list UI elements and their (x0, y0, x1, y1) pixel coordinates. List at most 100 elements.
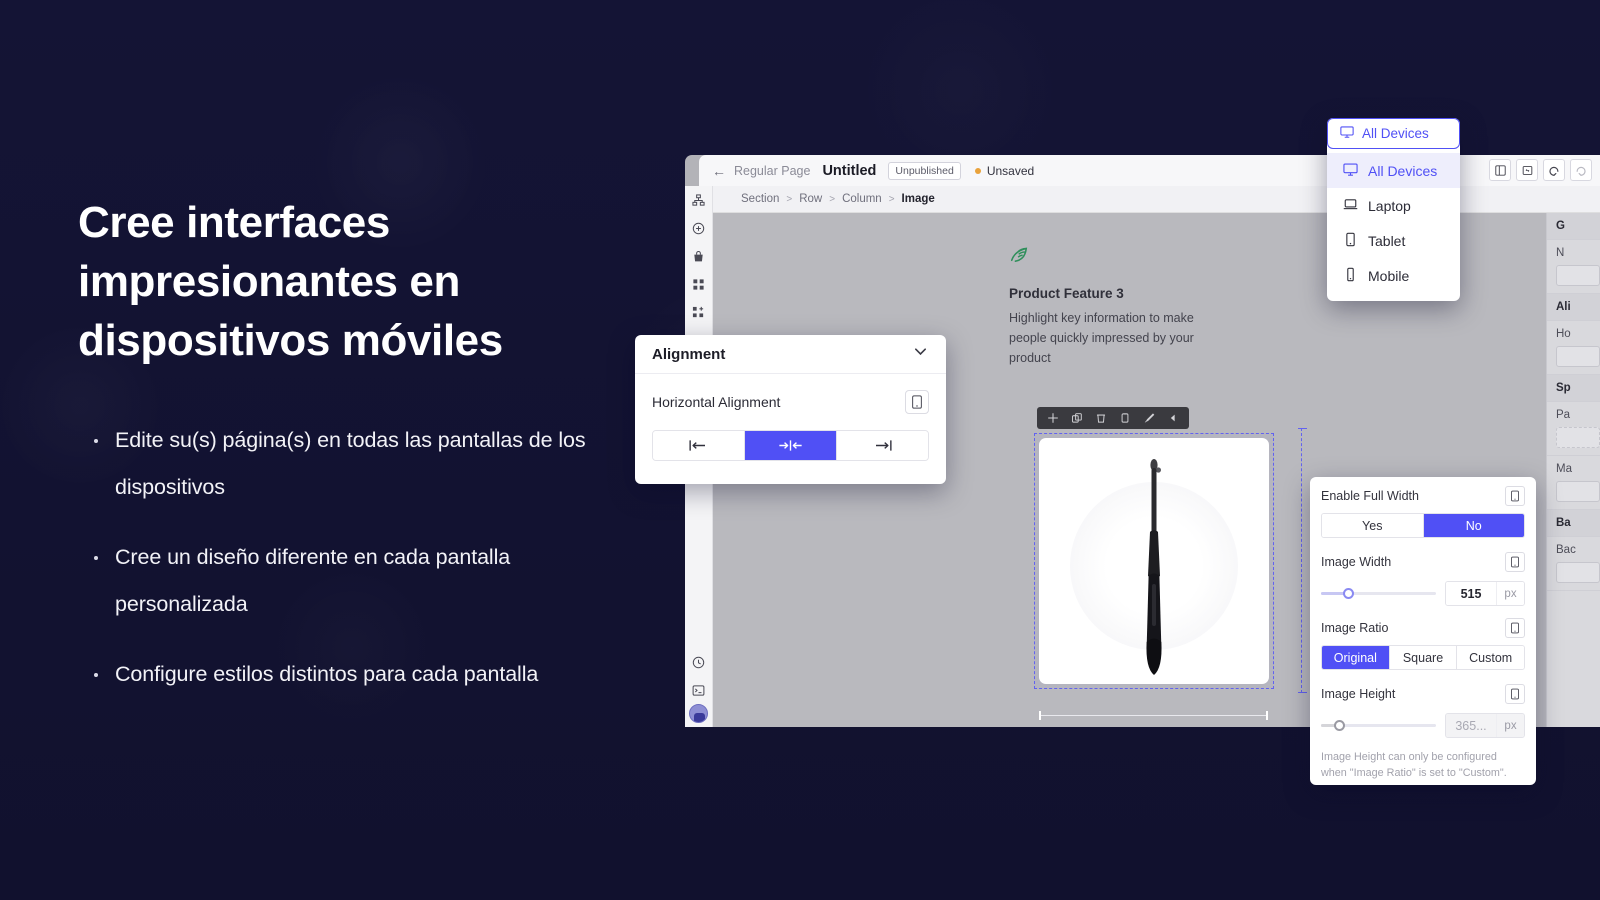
sidebar-input-ghost[interactable] (1556, 265, 1600, 286)
move-handle-icon[interactable] (1042, 407, 1064, 429)
image-ratio-custom-option[interactable]: Custom (1457, 646, 1524, 669)
device-option-all-devices[interactable]: All Devices (1327, 153, 1460, 188)
paint-brush-icon[interactable] (1138, 407, 1160, 429)
breadcrumb-separator: > (829, 193, 836, 205)
caret-left-icon[interactable] (1162, 407, 1184, 429)
breadcrumb-item-section[interactable]: Section (741, 193, 779, 205)
full-width-no-option[interactable]: No (1423, 514, 1524, 537)
enable-full-width-segmented: Yes No (1321, 513, 1525, 538)
sidebar-section-alignment[interactable]: Ali (1547, 294, 1600, 321)
image-height-numberbox: 365... px (1445, 713, 1525, 738)
save-state: Unsaved (974, 163, 1035, 178)
full-width-yes-option[interactable]: Yes (1322, 514, 1424, 537)
image-height-note: Image Height can only be configured when… (1321, 751, 1507, 779)
image-width-unit: px (1496, 582, 1524, 605)
breadcrumb-item-row[interactable]: Row (799, 193, 822, 205)
horizontal-alignment-row: Horizontal Alignment (652, 390, 929, 414)
sidebar-field-margin[interactable]: Ma (1547, 456, 1600, 510)
slider-knob[interactable] (1342, 588, 1354, 599)
vertical-measure-guide (1298, 428, 1307, 693)
monitor-icon (1340, 125, 1354, 142)
history-clock-icon[interactable] (685, 648, 713, 676)
add-block-icon[interactable] (685, 298, 713, 326)
sidebar-field-horizontal[interactable]: Ho (1547, 321, 1600, 375)
device-selector-trigger[interactable]: All Devices (1327, 118, 1460, 149)
image-width-numberbox[interactable]: 515 px (1445, 581, 1525, 606)
layout-grid-icon[interactable] (1489, 159, 1511, 181)
selected-image-frame[interactable] (1034, 433, 1274, 689)
responsive-icon[interactable] (1516, 159, 1538, 181)
align-center-option[interactable] (745, 431, 837, 460)
unsaved-dot-icon (974, 167, 981, 174)
image-ratio-label: Image Ratio (1321, 621, 1389, 635)
sidebar-field-padding[interactable]: Pa (1547, 402, 1600, 456)
image-width-label: Image Width (1321, 555, 1392, 569)
mobile-icon[interactable] (1505, 552, 1525, 572)
status-badge: Unpublished (888, 161, 961, 180)
document-title[interactable]: Untitled (822, 163, 876, 179)
sidebar-field-label: Ma (1556, 463, 1572, 475)
mobile-icon[interactable] (905, 390, 929, 414)
horizontal-alignment-segmented (652, 430, 929, 461)
breadcrumb-separator: > (786, 193, 793, 205)
alignment-panel-header[interactable]: Alignment (635, 335, 946, 374)
topbar-actions (1489, 159, 1592, 181)
device-option-laptop[interactable]: Laptop (1327, 188, 1460, 223)
device-option-label: Tablet (1368, 232, 1406, 249)
image-height-row: Image Height (1321, 684, 1525, 704)
page-kind-label: Regular Page (734, 163, 811, 178)
align-right-option[interactable] (837, 431, 928, 460)
sidebar-input-ghost[interactable] (1556, 481, 1600, 502)
horizontal-alignment-label: Horizontal Alignment (652, 394, 781, 410)
chevron-down-icon[interactable] (912, 343, 929, 365)
mobile-icon[interactable] (1505, 618, 1525, 638)
sidebar-section-spacing[interactable]: Sp (1547, 375, 1600, 402)
image-height-unit: px (1496, 714, 1524, 737)
image-width-slider[interactable] (1321, 588, 1436, 599)
mobile-icon[interactable] (1505, 684, 1525, 704)
slider-knob[interactable] (1333, 720, 1345, 731)
mobile-icon[interactable] (1505, 486, 1525, 506)
delete-icon[interactable] (1090, 407, 1112, 429)
image-height-slider[interactable] (1321, 720, 1436, 731)
image-ratio-square-option[interactable]: Square (1389, 646, 1458, 669)
device-option-tablet[interactable]: Tablet (1327, 223, 1460, 258)
image-width-value[interactable]: 515 (1446, 582, 1496, 605)
copy-icon[interactable] (1114, 407, 1136, 429)
blocks-icon[interactable] (685, 270, 713, 298)
breadcrumb-item-column[interactable]: Column (842, 193, 882, 205)
device-option-mobile[interactable]: Mobile (1327, 258, 1460, 293)
alignment-panel-title: Alignment (652, 345, 726, 363)
device-selector-dropdown: All Devices All Devices Laptop Tablet Mo… (1327, 118, 1460, 301)
avatar[interactable] (689, 704, 708, 723)
device-option-label: Laptop (1368, 197, 1411, 214)
breadcrumb-item-image[interactable]: Image (902, 193, 935, 205)
sidebar-field-background[interactable]: Bac (1547, 537, 1600, 591)
sidebar-section-general[interactable]: G (1547, 213, 1600, 240)
undo-icon[interactable] (1543, 159, 1565, 181)
align-left-option[interactable] (653, 431, 745, 460)
arrow-left-icon[interactable]: ← (712, 164, 726, 178)
sidebar-field-name[interactable]: N (1547, 240, 1600, 294)
add-circle-icon[interactable] (685, 214, 713, 242)
sidebar-section-background[interactable]: Ba (1547, 510, 1600, 537)
feature-description: Highlight key information to make people… (1009, 311, 1194, 365)
redo-icon[interactable] (1570, 159, 1592, 181)
sidebar-field-label: N (1556, 247, 1565, 259)
shop-icon[interactable] (685, 242, 713, 270)
feature-block: Product Feature 3 Highlight key informat… (1009, 243, 1269, 368)
image-height-controls: 365... px (1321, 713, 1525, 738)
image-ratio-original-option[interactable]: Original (1322, 646, 1390, 669)
code-terminal-icon[interactable] (685, 676, 713, 704)
horizontal-measure-guide (1039, 711, 1268, 720)
image-ratio-segmented: Original Square Custom (1321, 645, 1525, 670)
sidebar-input-ghost[interactable] (1556, 346, 1600, 367)
duplicate-icon[interactable] (1066, 407, 1088, 429)
sidebar-input-ghost[interactable] (1556, 562, 1600, 583)
monitor-icon (1343, 162, 1358, 180)
save-state-label: Unsaved (986, 163, 1035, 178)
layers-tree-icon[interactable] (685, 186, 713, 214)
editor-settings-sidebar[interactable]: G N Ali Ho Sp Pa Ma Ba Bac (1546, 213, 1600, 727)
sidebar-padding-ghost[interactable] (1556, 427, 1600, 448)
image-ratio-row: Image Ratio (1321, 618, 1525, 638)
